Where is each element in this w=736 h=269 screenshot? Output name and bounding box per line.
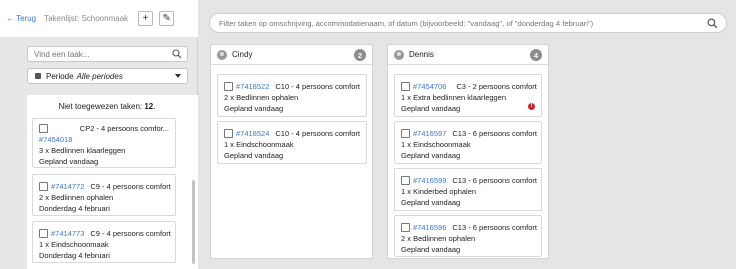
unassigned-count: 12	[144, 102, 154, 111]
card-task: 3 x Bedlinnen klaarleggen	[39, 146, 126, 155]
task-count-badge: 2	[354, 49, 366, 61]
employee-column-dennis: Dennis 4 #7454706 C3 - 2 persoons comfor…	[387, 44, 549, 259]
add-button[interactable]: +	[138, 11, 154, 26]
card-room: C10 - 4 persoons comfort	[275, 82, 360, 91]
task-card[interactable]: #7414772 C9 - 4 persoons comfort 2 x Bed…	[32, 174, 176, 216]
card-room: C10 - 4 persoons comfort	[275, 129, 360, 138]
back-label: Terug	[16, 14, 37, 23]
card-room: C13 - 6 persoons comfort	[452, 176, 537, 185]
calendar-icon	[35, 73, 41, 79]
card-task: 1 x Extra bedlinnen klaarleggen	[401, 93, 507, 102]
task-checkbox[interactable]	[401, 82, 410, 91]
search-icon[interactable]	[172, 49, 182, 59]
task-id-link[interactable]: #7418524	[236, 128, 269, 139]
task-count-badge: 4	[530, 49, 542, 61]
card-date: Gepland vandaag	[401, 104, 461, 113]
card-task: 2 x Bedlinnen ophalen	[224, 93, 299, 102]
card-header: CP2 - 4 persoons comfor...	[39, 123, 169, 134]
takenlijst-title: Takenlijst: Schoonmaak	[44, 14, 129, 23]
back-link[interactable]: ← Terug	[6, 14, 36, 23]
card-header: #7416597 C13 - 6 persoons comfort	[401, 128, 537, 139]
task-id-link[interactable]: #7416599	[413, 175, 446, 186]
task-card[interactable]: CP2 - 4 persoons comfor... #7454018 3 x …	[32, 118, 176, 168]
card-header: #7416596 C13 - 6 persoons comfort	[401, 222, 537, 233]
card-date: Gepland vandaag	[224, 104, 284, 113]
card-date: Gepland vandaag	[224, 151, 284, 160]
employee-column-cindy: Cindy 2 #7418522 C10 - 4 persoons comfor…	[210, 44, 373, 259]
task-card[interactable]: #7454706 C3 - 2 persoons comfort 1 x Ext…	[394, 74, 542, 117]
card-task: 1 x Kinderbed ophalen	[401, 187, 477, 196]
employee-name: Cindy	[232, 50, 253, 59]
card-header: #7418522 C10 - 4 persoons comfort	[224, 81, 360, 92]
avatar-icon	[217, 49, 227, 60]
periode-label: Periode	[46, 71, 74, 81]
task-card[interactable]: #7416596 C13 - 6 persoons comfort 2 x Be…	[394, 215, 542, 257]
task-filter-field[interactable]	[209, 13, 727, 33]
card-header: #7414772 C9 - 4 persoons comfort	[39, 181, 171, 192]
card-room: C9 - 4 persoons comfort	[90, 229, 171, 238]
card-header: #7416599 C13 - 6 persoons comfort	[401, 175, 537, 186]
task-card[interactable]: #7416599 C13 - 6 persoons comfort 1 x Ki…	[394, 168, 542, 211]
card-task: 2 x Bedlinnen ophalen	[401, 234, 476, 243]
task-id-link[interactable]: #7416597	[413, 128, 446, 139]
column-header: Dennis 4	[388, 45, 548, 65]
warning-icon: !	[528, 103, 535, 110]
task-checkbox[interactable]	[224, 82, 233, 91]
task-id-link[interactable]: #7414772	[51, 181, 84, 192]
card-room: C3 - 2 persoons comfort	[456, 82, 537, 91]
card-header: #7418524 C10 - 4 persoons comfort	[224, 128, 360, 139]
chevron-down-icon	[175, 74, 181, 78]
task-card[interactable]: #7416597 C13 - 6 persoons comfort 1 x Ei…	[394, 121, 542, 164]
periode-select[interactable]: Periode Alle periodes	[27, 68, 188, 84]
card-date: Gepland vandaag	[39, 157, 99, 166]
card-room: C13 - 6 persoons comfort	[452, 223, 537, 232]
task-checkbox[interactable]	[401, 176, 410, 185]
task-checkbox[interactable]	[39, 124, 48, 133]
task-checkbox[interactable]	[401, 223, 410, 232]
employee-name: Dennis	[409, 50, 434, 59]
column-header: Cindy 2	[211, 45, 372, 65]
task-checkbox[interactable]	[224, 129, 233, 138]
task-id-link[interactable]: #7414773	[51, 228, 84, 239]
task-card[interactable]: #7418522 C10 - 4 persoons comfort 2 x Be…	[217, 74, 367, 117]
card-date: Gepland vandaag	[401, 151, 461, 160]
card-task: 1 x Eindschoonmaak	[224, 140, 294, 149]
unassigned-label: Niet toegewezen taken:	[58, 102, 143, 111]
task-id-link[interactable]: #7418522	[236, 81, 269, 92]
card-room: CP2 - 4 persoons comfor...	[79, 124, 169, 133]
task-checkbox[interactable]	[39, 182, 48, 191]
task-checkbox[interactable]	[401, 129, 410, 138]
card-task: 2 x Bedlinnen ophalen	[39, 193, 114, 202]
top-bar: ← Terug Takenlijst: Schoonmaak + ✎	[0, 0, 198, 37]
task-search-field[interactable]	[27, 46, 188, 62]
card-room: C13 - 6 persoons comfort	[452, 129, 537, 138]
task-id-link[interactable]: #7416596	[413, 222, 446, 233]
unassigned-header: Niet toegewezen taken: 12.	[58, 102, 156, 111]
task-id-link[interactable]: #7454018	[39, 134, 169, 145]
avatar-icon	[394, 49, 404, 60]
periode-value: Alle periodes	[76, 71, 123, 81]
card-date: Donderdag 4 februari	[39, 204, 110, 213]
search-icon[interactable]	[707, 18, 718, 29]
card-date: Donderdag 4 februari	[39, 251, 110, 260]
task-search-input[interactable]	[34, 49, 169, 59]
task-card[interactable]: #7418524 C10 - 4 persoons comfort 1 x Ei…	[217, 121, 367, 164]
card-date: Gepland vandaag	[401, 245, 461, 254]
task-checkbox[interactable]	[39, 229, 48, 238]
card-header: #7414773 C9 - 4 persoons comfort	[39, 228, 171, 239]
card-date: Gepland vandaag	[401, 198, 461, 207]
card-header: #7454706 C3 - 2 persoons comfort	[401, 81, 537, 92]
unassigned-tasks-list: Niet toegewezen taken: 12. CP2 - 4 perso…	[27, 95, 198, 269]
card-task: 1 x Eindschoonmaak	[401, 140, 471, 149]
left-scrollbar[interactable]	[192, 180, 195, 264]
task-filter-input[interactable]	[219, 18, 699, 28]
card-task: 1 x Eindschoonmaak	[39, 240, 109, 249]
edit-button[interactable]: ✎	[159, 11, 175, 26]
card-room: C9 - 4 persoons comfort	[90, 182, 171, 191]
task-id-link[interactable]: #7454706	[413, 81, 446, 92]
task-card[interactable]: #7414773 C9 - 4 persoons comfort 1 x Ein…	[32, 221, 176, 263]
